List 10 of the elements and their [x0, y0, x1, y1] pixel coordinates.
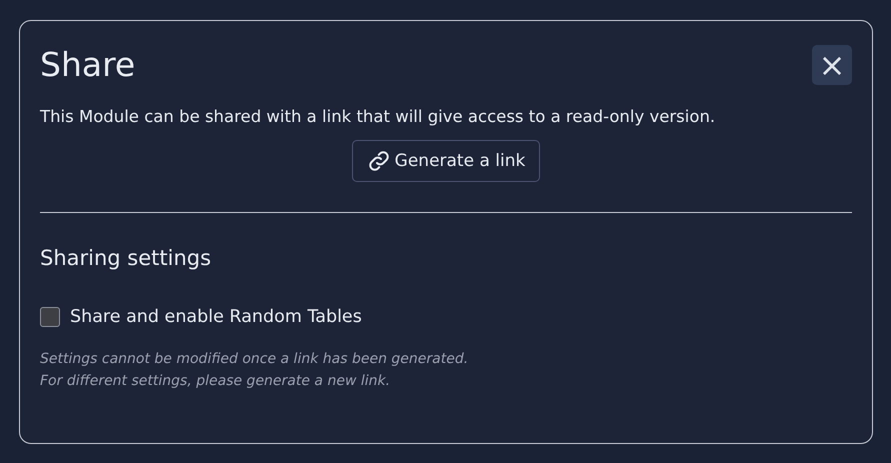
dialog-title: Share — [40, 45, 136, 84]
note-text: Settings cannot be modified once a link has been generated. — [40, 351, 470, 367]
generate-link-button[interactable]: Generate a link — [352, 140, 540, 182]
link-icon — [366, 149, 391, 173]
close-button[interactable]: × — [812, 45, 852, 85]
note-text: For different settings, please generate a new link. — [40, 373, 392, 389]
checkbox[interactable] — [40, 307, 60, 327]
checkbox-label: Share and enable Random Tables — [70, 307, 362, 327]
section-heading: Sharing settings — [40, 246, 212, 270]
description-text: This Module can be shared with a link that will give access to a read-only version. — [40, 107, 716, 126]
